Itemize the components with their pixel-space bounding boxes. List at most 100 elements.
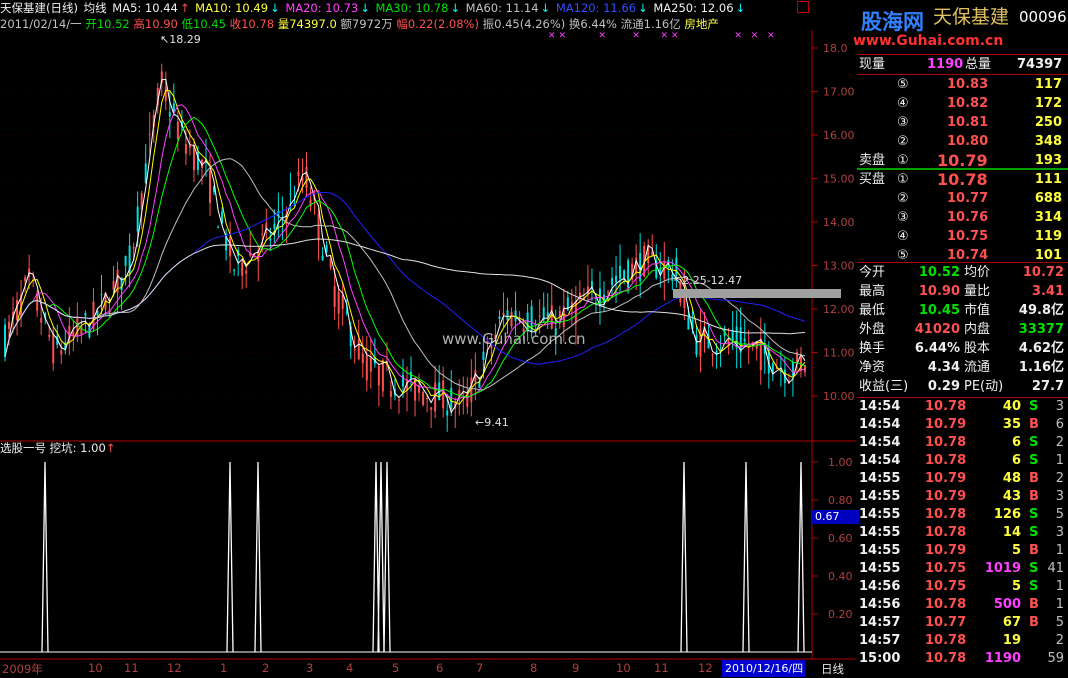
candle-body xyxy=(24,277,27,282)
candle-body xyxy=(550,305,553,329)
candle-body xyxy=(209,170,212,204)
signal-spike xyxy=(377,461,385,653)
period-label[interactable]: 日线 xyxy=(821,661,844,677)
time-tick-label: 6 xyxy=(436,661,444,675)
candle-body xyxy=(538,315,541,317)
candle-body xyxy=(377,365,380,386)
buy-level-4: ④ 10.75 119 xyxy=(897,229,1062,244)
candle-body xyxy=(397,399,400,401)
time-axis: 2009年 10 11 12 1 2 3 4 5 6 7 8 9 10 11 12 xyxy=(0,660,815,678)
candle-body xyxy=(482,351,485,360)
close-icon[interactable] xyxy=(797,1,809,13)
candle-body xyxy=(623,270,626,279)
logo-url: www.Guhai.com.cn xyxy=(853,33,1004,49)
time-tick-label: 2009年 xyxy=(2,662,43,676)
tick-row: 14:54 10.78 6 S 2 xyxy=(859,435,1064,450)
ma5-value: MA5: 10.44 xyxy=(112,1,178,15)
candle-body xyxy=(8,321,11,329)
candle-body xyxy=(514,310,517,321)
candle-body xyxy=(345,312,348,314)
tick-row: 14:55 10.79 48 B 2 xyxy=(859,471,1064,486)
stat-row: 净资 4.34 流通 1.16亿 xyxy=(859,360,1064,375)
sell-level-3: ③ 10.81 250 xyxy=(897,115,1062,130)
amount-value: 额7972万 xyxy=(340,17,393,31)
tick-row: 14:54 10.79 35 B 6 xyxy=(859,417,1064,432)
site-logo: 股海网 xyxy=(861,10,924,34)
sell-level-1: ⑤ 10.83 117 xyxy=(897,77,1062,92)
ma250-value: MA250: 12.06 xyxy=(653,1,734,15)
candle-body xyxy=(759,338,762,371)
tick-row: 14:55 10.78 126 S 5 xyxy=(859,507,1064,522)
candle-body xyxy=(317,214,320,241)
buy-level-1: 买盘 ① 10.78 111 xyxy=(859,170,1062,189)
candle-body xyxy=(341,294,344,309)
tick-row: 14:55 10.78 14 S 3 xyxy=(859,525,1064,540)
candle-body xyxy=(52,333,55,364)
candle-body xyxy=(297,172,300,177)
time-tick-label: 3 xyxy=(306,661,314,675)
candle-body xyxy=(305,167,308,189)
low-annotation: ←9.41 xyxy=(475,416,509,429)
candle-body xyxy=(743,338,746,342)
ma20-line xyxy=(4,104,806,401)
candle-body xyxy=(321,255,324,261)
time-tick-label: 8 xyxy=(530,661,538,675)
buy-level-2: ② 10.77 688 xyxy=(897,191,1062,206)
candle-body xyxy=(687,317,690,330)
stat-row: 收益(三) 0.29 PE(动) 27.7 xyxy=(859,379,1064,394)
stat-row: 换手 6.44% 股本 4.62亿 xyxy=(859,341,1064,356)
time-tick-label: 12 xyxy=(167,661,182,675)
cursor-date-label: 2010/12/16/四 xyxy=(722,660,805,677)
candle-body xyxy=(369,357,372,372)
tick-row: 14:54 10.78 6 S 1 xyxy=(859,453,1064,468)
stock-title: 天保基建(日线) xyxy=(0,1,78,15)
ma20-value: MA20: 10.73 xyxy=(285,1,359,15)
ma5-line xyxy=(4,78,806,414)
logo-area: 股海网 天保基建 000965 www.Guhai.com.cn xyxy=(847,0,1068,54)
range-highlight-bar xyxy=(673,289,841,298)
candle-body xyxy=(627,260,630,289)
candle-body xyxy=(233,269,236,271)
candle-body xyxy=(422,391,425,405)
candle-body xyxy=(188,145,191,148)
price-tick-label: 16.00 xyxy=(823,129,855,142)
candle-body xyxy=(607,291,610,293)
stock-name: 天保基建 xyxy=(933,6,1010,28)
candle-body xyxy=(357,339,360,360)
ma120-value: MA120: 11.66 xyxy=(555,1,637,15)
tick-row: 14:56 10.75 5 S 1 xyxy=(859,579,1064,594)
watermark-text: www.Guhai.com.cn xyxy=(442,330,586,348)
ma10-value: MA10: 10.49 xyxy=(195,1,269,15)
signal-spike xyxy=(797,461,805,653)
low-value: 低10.45 xyxy=(181,17,226,31)
time-tick-label: 1 xyxy=(220,661,228,675)
candle-body xyxy=(498,316,501,319)
high-annotation: ↖18.29 xyxy=(160,33,201,46)
signal-spike xyxy=(226,461,234,653)
range-annotation: ↖2.25-12.47 xyxy=(673,274,743,287)
indicator-type: 均线 xyxy=(83,1,107,15)
indicator-tick-label: 0.20 xyxy=(828,608,853,621)
tick-row: 14:56 10.78 500 B 1 xyxy=(859,597,1064,612)
candle-body xyxy=(273,223,276,229)
close-value: 收10.78 xyxy=(229,17,275,31)
price-tick-label: 17.00 xyxy=(823,86,855,99)
candle-body xyxy=(695,334,698,355)
kline-chart[interactable]: 18.0017.0016.0015.0014.0013.0012.0011.00… xyxy=(0,30,856,678)
candle-body xyxy=(426,398,429,400)
candle-body xyxy=(353,348,356,350)
candle-body xyxy=(184,143,187,154)
tick-row: 14:57 10.78 19 2 xyxy=(859,633,1064,648)
volume-row: 现量 1190 总量 74397 xyxy=(859,57,1063,72)
high-value: 高10.90 xyxy=(133,17,178,31)
candle-body xyxy=(361,353,364,364)
change-value: 幅0.22(2.08%) xyxy=(396,17,479,31)
open-value: 开10.52 xyxy=(85,17,130,31)
time-tick-label: 10 xyxy=(88,661,103,675)
indicator-cursor-value: 0.67 xyxy=(812,510,859,524)
candle-body xyxy=(100,294,103,296)
time-tick-label: 5 xyxy=(392,661,400,675)
candle-body xyxy=(168,112,171,117)
time-tick-label: 9 xyxy=(572,661,580,675)
candle-body xyxy=(16,300,19,321)
